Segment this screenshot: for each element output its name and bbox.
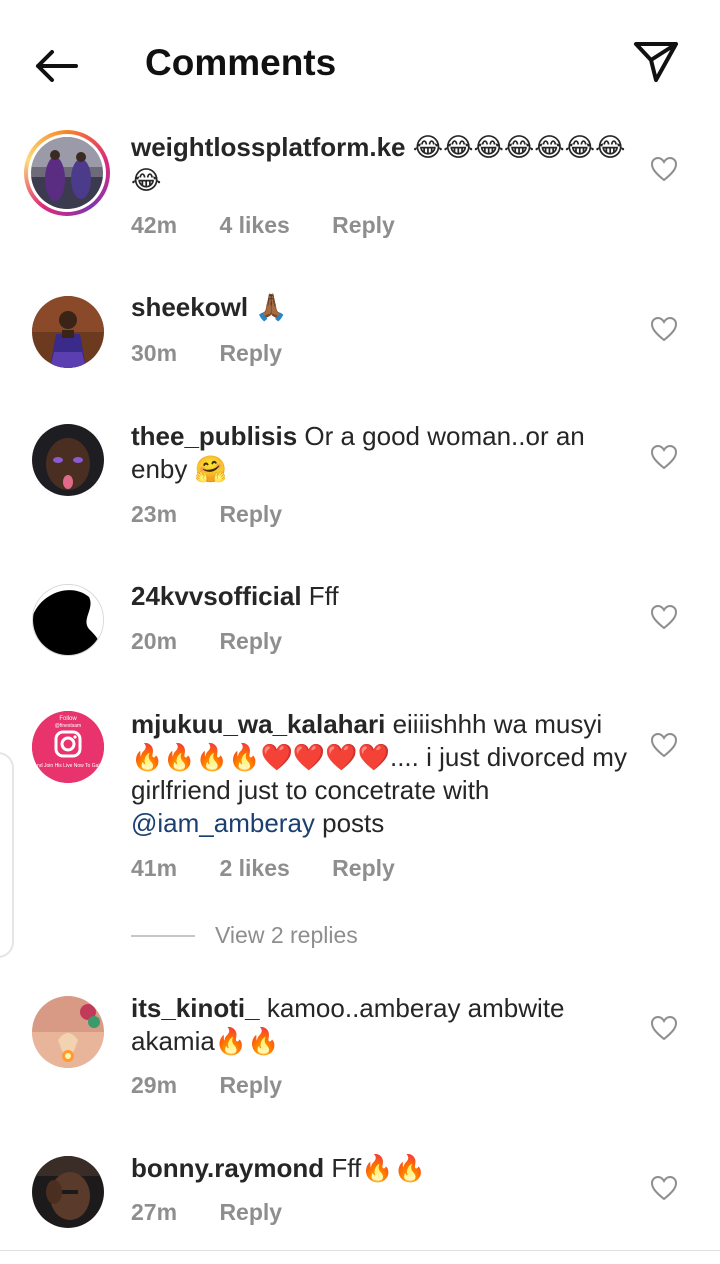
comment-text: 🙏🏾 bbox=[255, 292, 288, 322]
comment-username[interactable]: bonny.raymond bbox=[131, 1153, 324, 1183]
avatar[interactable] bbox=[32, 424, 104, 496]
heart-icon[interactable] bbox=[650, 604, 678, 630]
story-ring[interactable] bbox=[24, 130, 110, 216]
view-replies-label: View 2 replies bbox=[215, 922, 358, 948]
comment-time: 29m bbox=[131, 1072, 178, 1098]
comment-time: 41m bbox=[131, 855, 178, 881]
side-panel-handle[interactable] bbox=[0, 752, 14, 958]
avatar-text-top: Follow bbox=[59, 716, 77, 722]
comment-username[interactable]: 24kvvsofficial bbox=[131, 581, 302, 611]
paper-plane-icon bbox=[634, 42, 678, 82]
avatar[interactable] bbox=[32, 296, 104, 368]
avatar[interactable] bbox=[32, 1156, 104, 1228]
avatar[interactable]: Follow @finestsam And Join His Live Now … bbox=[32, 711, 104, 783]
comment-text: Fff bbox=[301, 581, 339, 611]
avatar bbox=[31, 137, 103, 209]
arrow-left-icon bbox=[36, 50, 78, 82]
comment-time: 30m bbox=[131, 340, 178, 366]
reply-button[interactable]: Reply bbox=[332, 212, 395, 238]
divider bbox=[0, 1250, 720, 1251]
comment-time: 27m bbox=[131, 1199, 178, 1225]
reply-button[interactable]: Reply bbox=[219, 340, 282, 366]
heart-icon[interactable] bbox=[650, 444, 678, 470]
heart-icon[interactable] bbox=[650, 1015, 678, 1041]
comment-text-tail: posts bbox=[314, 808, 385, 838]
comment-time: 42m bbox=[131, 212, 178, 238]
comment-username[interactable]: its_kinoti_ bbox=[131, 993, 260, 1023]
comment-likes[interactable]: 4 likes bbox=[219, 212, 289, 238]
avatar-text-bottom: And Join His Live Now To Gain bbox=[34, 763, 103, 769]
heart-icon[interactable] bbox=[650, 732, 678, 758]
comment-username[interactable]: mjukuu_wa_kalahari bbox=[131, 709, 385, 739]
comment-username[interactable]: weightlossplatform.ke bbox=[131, 132, 406, 162]
heart-icon[interactable] bbox=[650, 316, 678, 342]
comment-time: 20m bbox=[131, 628, 178, 654]
replies-divider bbox=[131, 934, 195, 937]
view-replies-button[interactable]: View 2 replies bbox=[131, 922, 358, 952]
comment-likes[interactable]: 2 likes bbox=[219, 855, 289, 881]
comment-username[interactable]: thee_publisis bbox=[131, 421, 297, 451]
avatar[interactable] bbox=[32, 584, 104, 656]
page-title: Comments bbox=[145, 42, 337, 83]
comment-time: 23m bbox=[131, 501, 178, 527]
comment-text: Fff🔥🔥 bbox=[324, 1153, 426, 1183]
reply-button[interactable]: Reply bbox=[219, 501, 282, 527]
avatar[interactable] bbox=[32, 996, 104, 1068]
reply-button[interactable]: Reply bbox=[219, 1199, 282, 1225]
reply-button[interactable]: Reply bbox=[219, 1072, 282, 1098]
header-bar: Comments bbox=[0, 0, 720, 128]
heart-icon[interactable] bbox=[650, 1175, 678, 1201]
reply-button[interactable]: Reply bbox=[219, 628, 282, 654]
reply-button[interactable]: Reply bbox=[332, 855, 395, 881]
back-button[interactable] bbox=[30, 44, 82, 88]
share-button[interactable] bbox=[630, 38, 682, 86]
heart-icon[interactable] bbox=[650, 156, 678, 182]
avatar-handle: @finestsam bbox=[55, 723, 81, 729]
comment-username[interactable]: sheekowl bbox=[131, 292, 248, 322]
mention-link[interactable]: @iam_amberay bbox=[131, 808, 315, 838]
